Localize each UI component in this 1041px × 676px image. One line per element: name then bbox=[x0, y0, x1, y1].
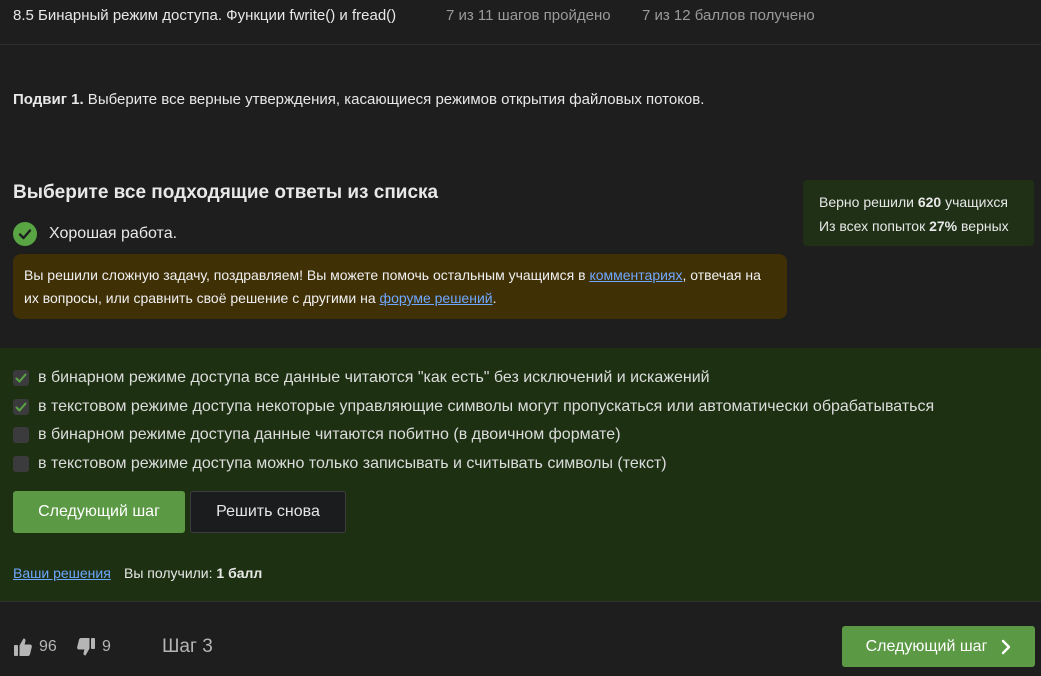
answer-checkbox[interactable] bbox=[13, 370, 29, 386]
next-step-button[interactable]: Следующий шаг bbox=[13, 491, 185, 533]
answer-option[interactable]: в текстовом режиме доступа можно только … bbox=[13, 454, 667, 474]
congrats-notice: Вы решили сложную задачу, поздравляем! В… bbox=[13, 254, 787, 319]
checkmark-icon bbox=[15, 402, 27, 412]
answer-option[interactable]: в бинарном режиме доступа данные читаютс… bbox=[13, 425, 621, 445]
footer-next-label: Следующий шаг bbox=[865, 637, 988, 655]
quiz-heading: Выберите все подходящие ответы из списка bbox=[13, 182, 439, 203]
attempts-percent: 27% bbox=[929, 218, 958, 234]
answer-label: в текстовом режиме доступа можно только … bbox=[38, 455, 667, 472]
solve-again-button[interactable]: Решить снова bbox=[190, 491, 346, 533]
thumbs-up-icon bbox=[14, 638, 32, 656]
answer-checkbox[interactable] bbox=[13, 399, 29, 415]
solved-prefix: Верно решили bbox=[819, 194, 918, 210]
steps-progress: 7 из 11 шагов пройдено bbox=[446, 7, 611, 24]
solved-count: 620 bbox=[917, 194, 942, 210]
solved-suffix: учащихся bbox=[941, 194, 1008, 210]
task-text: Выберите все верные утверждения, касающи… bbox=[83, 91, 705, 108]
likes-count: 96 bbox=[39, 638, 57, 655]
your-solutions-link[interactable]: Ваши решения bbox=[13, 565, 111, 581]
answer-option[interactable]: в бинарном режиме доступа все данные чит… bbox=[13, 368, 710, 388]
checkmark-icon bbox=[15, 373, 27, 383]
footer-next-step-button[interactable]: Следующий шаг bbox=[842, 626, 1035, 667]
chevron-right-icon bbox=[1002, 639, 1011, 654]
result-status: Хорошая работа. bbox=[13, 222, 177, 246]
attempts-line: Из всех попыток 27% верных bbox=[819, 214, 1018, 238]
lesson-title: 8.5 Бинарный режим доступа. Функции fwri… bbox=[13, 7, 397, 24]
earned-score-value: 1 балл bbox=[216, 565, 263, 581]
answer-checkbox[interactable] bbox=[13, 456, 29, 472]
answer-label: в бинарном режиме доступа все данные чит… bbox=[38, 369, 710, 386]
attempts-prefix: Из всех попыток bbox=[819, 218, 930, 234]
answer-checkbox[interactable] bbox=[13, 427, 29, 443]
notice-text-1: Вы решили сложную задачу, поздравляем! В… bbox=[24, 267, 590, 283]
answer-label: в текстовом режиме доступа некоторые упр… bbox=[38, 398, 935, 415]
comments-link[interactable]: комментариях bbox=[589, 267, 682, 283]
solved-count-line: Верно решили 620 учащихся bbox=[819, 190, 1018, 214]
score-progress: 7 из 12 баллов получено bbox=[642, 7, 815, 24]
earned-score: Вы получили: 1 балл bbox=[124, 565, 262, 581]
thumbs-down-icon bbox=[77, 638, 95, 656]
check-circle-icon bbox=[13, 222, 37, 246]
dislikes-count: 9 bbox=[102, 638, 111, 655]
dislike-button[interactable]: 9 bbox=[76, 636, 111, 658]
task-statement: Подвиг 1. Выберите все верные утверждени… bbox=[13, 91, 704, 108]
like-button[interactable]: 96 bbox=[13, 636, 57, 658]
result-label: Хорошая работа. bbox=[49, 225, 178, 242]
stats-box: Верно решили 620 учащихся Из всех попыто… bbox=[803, 180, 1034, 246]
attempts-suffix: верных bbox=[957, 218, 1009, 234]
answer-option[interactable]: в текстовом режиме доступа некоторые упр… bbox=[13, 397, 934, 417]
answer-label: в бинарном режиме доступа данные читаютс… bbox=[38, 426, 621, 443]
notice-text-3: . bbox=[492, 290, 497, 306]
step-label: Шаг 3 bbox=[162, 636, 213, 657]
solutions-forum-link[interactable]: форуме решений bbox=[380, 290, 493, 306]
task-label: Подвиг 1. bbox=[13, 91, 84, 108]
earned-score-prefix: Вы получили: bbox=[124, 565, 217, 581]
